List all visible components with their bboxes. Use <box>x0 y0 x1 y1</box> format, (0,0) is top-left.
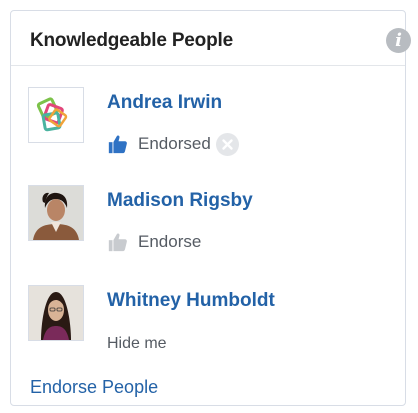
person-item-madison-rigsby: Madison Rigsby Endorse <box>11 185 405 265</box>
person-name-link[interactable]: Whitney Humboldt <box>107 290 275 312</box>
person-photo-icon <box>29 286 83 340</box>
close-circle-icon[interactable] <box>215 132 239 156</box>
endorse-people-link[interactable]: Endorse People <box>30 377 158 398</box>
thumbs-up-icon[interactable] <box>107 133 129 155</box>
endorse-row: Endorse <box>107 229 201 255</box>
avatar[interactable] <box>28 185 84 241</box>
person-name-link[interactable]: Andrea Irwin <box>107 92 222 114</box>
endorsed-label[interactable]: Endorsed <box>138 134 211 154</box>
card-header: Knowledgeable People i <box>11 11 411 66</box>
person-photo-icon <box>29 186 83 240</box>
knowledgeable-people-card: Knowledgeable People i Andrea Irwin Endo… <box>10 10 411 406</box>
person-item-andrea-irwin: Andrea Irwin Endorsed <box>11 87 405 167</box>
endorse-row: Endorsed <box>107 131 239 157</box>
avatar[interactable] <box>28 285 84 341</box>
endorse-label[interactable]: Endorse <box>138 232 201 252</box>
logo-icon <box>29 88 83 142</box>
card-title: Knowledgeable People <box>30 30 233 51</box>
person-item-whitney-humboldt: Whitney Humboldt Hide me <box>11 285 405 365</box>
hide-me-link[interactable]: Hide me <box>107 335 167 353</box>
person-name-link[interactable]: Madison Rigsby <box>107 190 253 212</box>
info-icon[interactable]: i <box>386 28 411 53</box>
avatar[interactable] <box>28 87 84 143</box>
thumbs-up-icon[interactable] <box>107 231 129 253</box>
